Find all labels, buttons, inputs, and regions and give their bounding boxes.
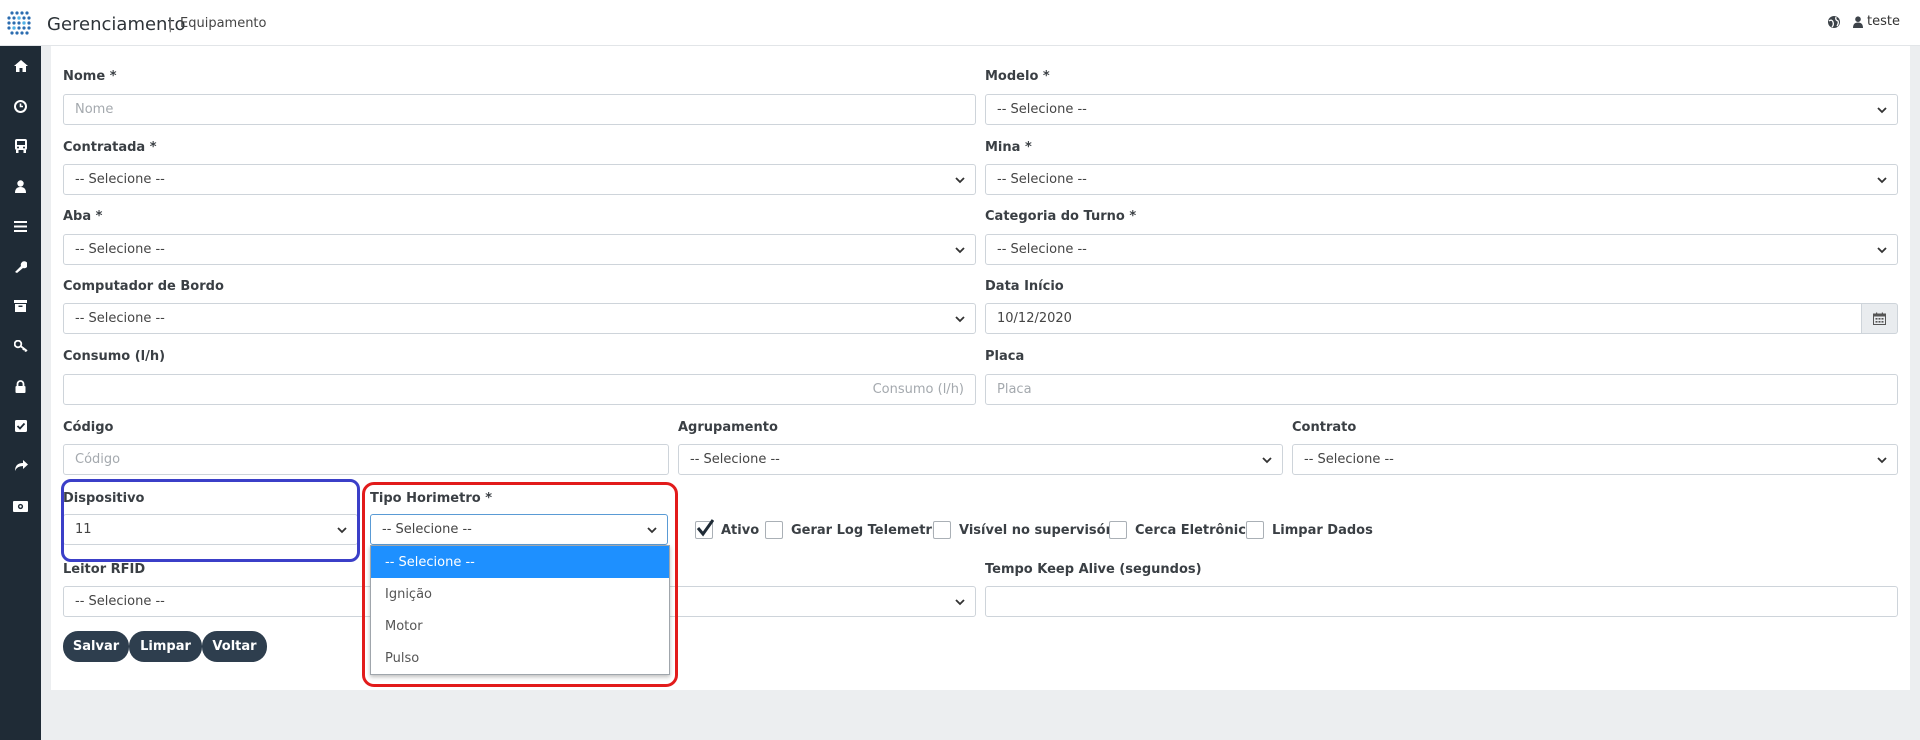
chevron-down-icon: [1262, 457, 1272, 464]
chevron-down-icon: [1877, 107, 1887, 114]
breadcrumb: Equipamento: [180, 16, 267, 31]
categoria-turno-select[interactable]: -- Selecione --: [985, 234, 1898, 265]
lock-icon[interactable]: [0, 366, 41, 406]
save-button[interactable]: Salvar: [63, 631, 129, 662]
tempo-keep-alive-label: Tempo Keep Alive (segundos): [985, 562, 1202, 577]
agrupamento-select[interactable]: -- Selecione --: [678, 444, 1283, 475]
contratada-label: Contratada *: [63, 140, 157, 155]
highlight-dispositivo: [61, 479, 360, 562]
chevron-down-icon: [1877, 177, 1887, 184]
cerca-label: Cerca Eletrônica: [1135, 522, 1255, 538]
user-icon: [1853, 15, 1864, 28]
categoria-turno-value: -- Selecione --: [997, 242, 1087, 257]
nome-input[interactable]: Nome: [63, 94, 976, 125]
checkbox-gerar-log-telemetria[interactable]: Gerar Log Telemetria: [765, 521, 945, 539]
codigo-placeholder: Código: [75, 452, 121, 467]
visivel-label: Visível no supervisório: [959, 522, 1126, 538]
visivel-checkbox-box[interactable]: [933, 521, 951, 539]
data-inicio-label: Data Início: [985, 279, 1064, 294]
mina-value: -- Selecione --: [997, 172, 1087, 187]
checkbox-icon[interactable]: [0, 406, 41, 446]
cerca-checkbox-box[interactable]: [1109, 521, 1127, 539]
sidebar: [0, 46, 41, 740]
modelo-value: -- Selecione --: [997, 102, 1087, 117]
wrench-icon[interactable]: [0, 246, 41, 286]
checkbox-cerca-eletronica[interactable]: Cerca Eletrônica: [1109, 521, 1255, 539]
checkbox-ativo[interactable]: Ativo: [695, 519, 760, 539]
leitor-rfid-value: -- Selecione --: [75, 594, 165, 609]
bus-icon[interactable]: [0, 126, 41, 166]
placa-label: Placa: [985, 349, 1025, 364]
money-icon[interactable]: [0, 486, 41, 526]
clear-button[interactable]: Limpar: [129, 631, 202, 662]
calendar-button[interactable]: [1862, 303, 1898, 334]
mina-label: Mina *: [985, 140, 1032, 155]
menu-icon[interactable]: [0, 206, 41, 246]
leitor-rfid-label: Leitor RFID: [63, 562, 146, 577]
chevron-down-icon: [955, 316, 965, 323]
key-icon[interactable]: [0, 326, 41, 366]
mina-select[interactable]: -- Selecione --: [985, 164, 1898, 195]
data-inicio-input[interactable]: 10/12/2020: [985, 303, 1862, 334]
chevron-down-icon: [1877, 247, 1887, 254]
top-bar: Gerenciamento | Equipamento teste: [0, 0, 1920, 46]
header-actions: teste: [1827, 14, 1900, 29]
user-menu[interactable]: teste: [1853, 14, 1900, 29]
nome-placeholder: Nome: [75, 102, 114, 117]
chevron-down-icon: [955, 599, 965, 606]
categoria-turno-label: Categoria do Turno *: [985, 209, 1137, 224]
aba-select[interactable]: -- Selecione --: [63, 234, 976, 265]
clock-icon[interactable]: [0, 86, 41, 126]
globe-icon[interactable]: [1827, 15, 1841, 29]
limpar-dados-label: Limpar Dados: [1272, 522, 1373, 538]
checkbox-visivel-supervisorio[interactable]: Visível no supervisório: [933, 521, 1125, 539]
agrupamento-label: Agrupamento: [678, 420, 778, 435]
user-name: teste: [1867, 14, 1900, 29]
consumo-label: Consumo (l/h): [63, 349, 166, 364]
agrupamento-value: -- Selecione --: [690, 452, 780, 467]
checkbox-limpar-dados[interactable]: Limpar Dados: [1246, 521, 1373, 539]
nome-label: Nome *: [63, 69, 117, 84]
ativo-label: Ativo: [721, 522, 760, 538]
app-title: Gerenciamento: [47, 14, 186, 35]
modelo-label: Modelo *: [985, 69, 1050, 84]
gerar-log-label: Gerar Log Telemetria: [791, 522, 946, 538]
chevron-down-icon: [955, 247, 965, 254]
tempo-keep-alive-input[interactable]: [985, 586, 1898, 617]
user-icon[interactable]: [0, 166, 41, 206]
codigo-input[interactable]: Código: [63, 444, 669, 475]
aba-value: -- Selecione --: [75, 242, 165, 257]
checkmark-icon: [696, 519, 714, 537]
placa-input[interactable]: Placa: [985, 374, 1898, 405]
contrato-value: -- Selecione --: [1304, 452, 1394, 467]
aba-label: Aba *: [63, 209, 103, 224]
contrato-select[interactable]: -- Selecione --: [1292, 444, 1898, 475]
contratada-value: -- Selecione --: [75, 172, 165, 187]
home-icon[interactable]: [0, 46, 41, 86]
data-inicio-value: 10/12/2020: [997, 311, 1072, 326]
consumo-placeholder: Consumo (l/h): [872, 382, 964, 397]
highlight-tipo-horimetro: [362, 482, 678, 687]
calendar-icon: [1873, 312, 1886, 325]
placa-placeholder: Placa: [997, 382, 1032, 397]
ativo-checkbox-box[interactable]: [695, 519, 714, 539]
back-button[interactable]: Voltar: [202, 631, 267, 662]
title-separator: |: [168, 17, 173, 33]
computador-bordo-select[interactable]: -- Selecione --: [63, 303, 976, 334]
computador-bordo-label: Computador de Bordo: [63, 279, 224, 294]
modelo-select[interactable]: -- Selecione --: [985, 94, 1898, 125]
contratada-select[interactable]: -- Selecione --: [63, 164, 976, 195]
computador-bordo-value: -- Selecione --: [75, 311, 165, 326]
chevron-down-icon: [955, 177, 965, 184]
consumo-input[interactable]: Consumo (l/h): [63, 374, 976, 405]
chevron-down-icon: [1877, 457, 1887, 464]
archive-icon[interactable]: [0, 286, 41, 326]
contrato-label: Contrato: [1292, 420, 1357, 435]
gerar-log-checkbox-box[interactable]: [765, 521, 783, 539]
app-logo-icon[interactable]: [6, 8, 34, 40]
limpar-dados-checkbox-box[interactable]: [1246, 521, 1264, 539]
share-icon[interactable]: [0, 446, 41, 486]
codigo-label: Código: [63, 420, 114, 435]
